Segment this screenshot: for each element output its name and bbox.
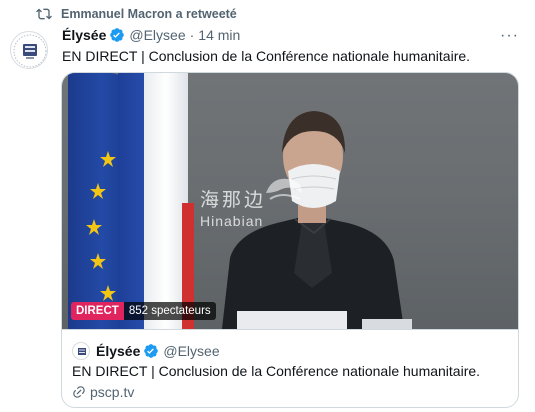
author-handle[interactable]: @Elysee (129, 27, 185, 43)
quoted-avatar (72, 342, 90, 360)
quoted-header: Élysée @Elysee (72, 342, 220, 360)
quoted-text: EN DIRECT | Conclusion de la Conférence … (72, 363, 481, 379)
quoted-link-text: pscp.tv (90, 384, 135, 400)
quoted-link[interactable]: pscp.tv (72, 384, 134, 400)
verified-icon (110, 28, 125, 42)
live-badge: DIRECT 852 spectateurs (71, 302, 216, 320)
watermark-cn: 海那边 (200, 189, 267, 211)
avatar[interactable] (10, 31, 48, 69)
more-icon[interactable]: ··· (500, 27, 519, 45)
verified-icon (144, 344, 159, 358)
tweet-header: Élysée @Elysee · 14 min (62, 27, 240, 43)
retweet-label: Emmanuel Macron a retweeté (61, 7, 237, 21)
video-player[interactable]: 海那边 Hinabian DIRECT 852 spectateurs (62, 73, 518, 329)
link-icon (73, 386, 85, 398)
retweet-icon (36, 8, 52, 20)
watermark: 海那边 Hinabian (200, 185, 266, 229)
quoted-author-handle: @Elysee (163, 343, 220, 359)
watermark-logo-icon (266, 178, 302, 200)
timestamp[interactable]: 14 min (198, 27, 240, 43)
watermark-en: Hinabian (200, 213, 264, 229)
tweet-text: EN DIRECT | Conclusion de la Conférence … (62, 48, 471, 64)
quoted-author-name: Élysée (96, 343, 141, 359)
retweet-context[interactable]: Emmanuel Macron a retweeté (36, 6, 237, 22)
quoted-card[interactable]: Élysée @Elysee EN DIRECT | Conclusion de… (62, 329, 518, 407)
separator: · (189, 27, 195, 43)
viewer-count: 852 spectateurs (123, 302, 216, 320)
video-card[interactable]: 海那边 Hinabian DIRECT 852 spectateurs Élys… (61, 72, 519, 408)
live-label: DIRECT (71, 302, 124, 320)
author-name[interactable]: Élysée (62, 27, 106, 43)
